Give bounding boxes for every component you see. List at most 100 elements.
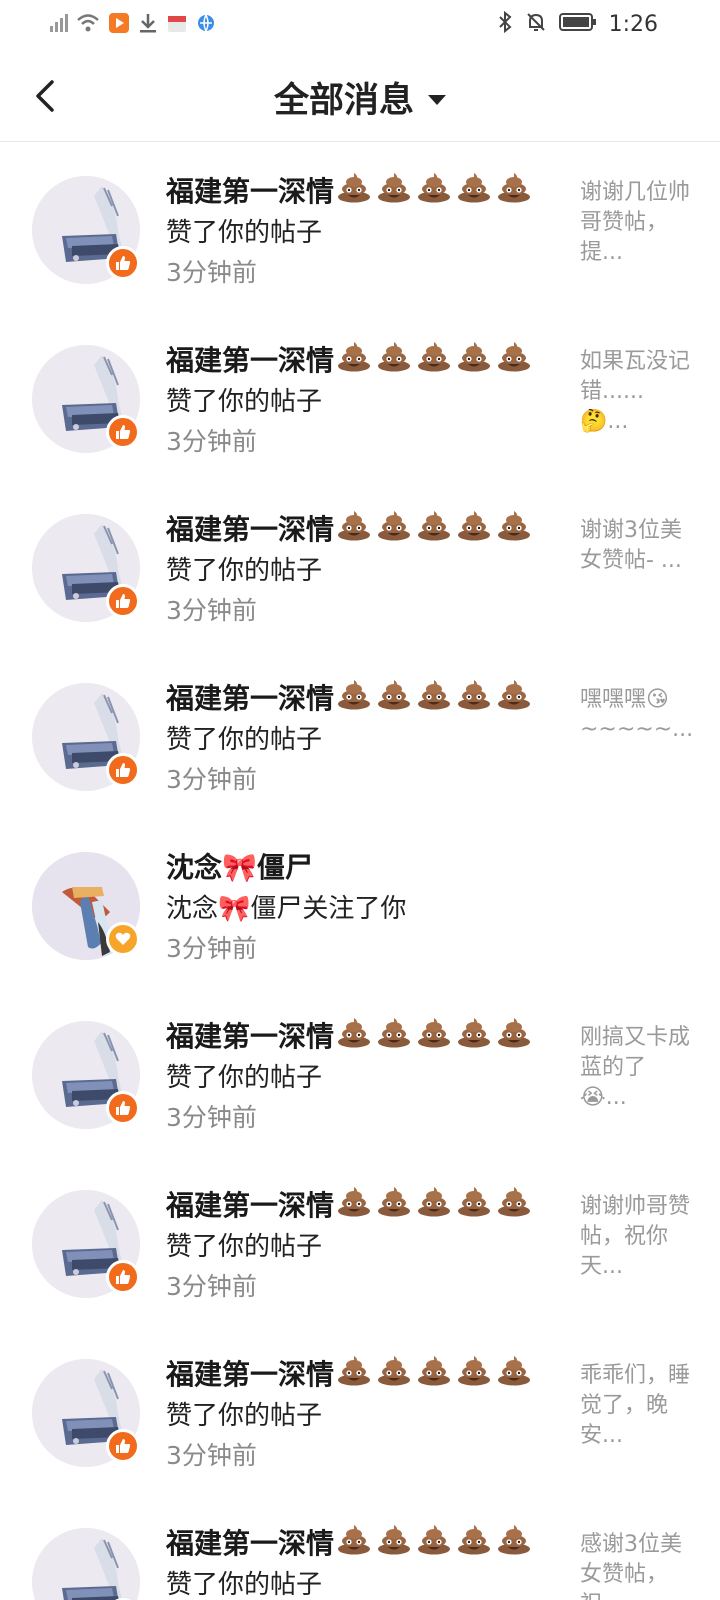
shop-app-icon <box>166 12 188 38</box>
post-preview[interactable]: 谢谢几位帅哥赞帖，提... <box>580 178 692 268</box>
poop-emoji-icon <box>458 1018 491 1048</box>
poop-emoji-icon <box>498 173 531 203</box>
message-time: 3分钟前 <box>166 1103 257 1132</box>
sender-name[interactable]: 福建第一深情 <box>166 1184 532 1224</box>
poop-emoji-icon <box>418 511 451 541</box>
message-action: 赞了你的帖子 <box>166 1063 323 1093</box>
poop-emoji-icon <box>458 1187 491 1217</box>
poop-emoji-icon <box>498 1525 531 1555</box>
message-action: 赞了你的帖子 <box>166 1232 323 1262</box>
sender-name-text: 福建第一深情 <box>166 682 335 715</box>
poop-emoji-icon <box>418 680 451 710</box>
sender-name-text: 沈念🎀僵尸 <box>166 851 313 884</box>
poop-emoji-icon <box>498 1187 531 1217</box>
video-app-icon <box>108 12 130 38</box>
message-filter-dropdown[interactable]: 全部消息 <box>274 72 446 123</box>
download-icon <box>138 12 158 38</box>
poop-emoji-icon <box>498 1356 531 1386</box>
message-action: 赞了你的帖子 <box>166 1570 323 1600</box>
message-item[interactable]: 福建第一深情 赞了你的 <box>0 649 720 818</box>
message-item[interactable]: 福建第一深情 赞了你的 <box>0 1156 720 1325</box>
message-time: 3分钟前 <box>166 1272 257 1301</box>
sender-name[interactable]: 福建第一深情 <box>166 1522 532 1562</box>
follow-heart-icon <box>106 922 140 956</box>
poop-emoji-icon <box>418 1525 451 1555</box>
message-item[interactable]: 福建第一深情 赞了你的 <box>0 987 720 1156</box>
battery-icon <box>558 12 597 36</box>
poop-emoji-icon <box>378 173 411 203</box>
message-action: 赞了你的帖子 <box>166 556 323 586</box>
bluetooth-icon <box>497 10 513 38</box>
sender-name-text: 福建第一深情 <box>166 513 335 546</box>
message-item[interactable]: 沈念🎀僵尸沈念🎀僵尸关注了你 3分钟前 <box>0 818 720 987</box>
post-preview[interactable]: 嘿嘿嘿😘~~~~~... <box>580 685 693 745</box>
sender-name-text: 福建第一深情 <box>166 344 335 377</box>
page-title: 全部消息 <box>273 81 414 121</box>
sender-name[interactable]: 福建第一深情 <box>166 508 532 548</box>
poop-emoji-icon <box>458 680 491 710</box>
poop-emoji-icon <box>378 1525 411 1555</box>
mute-icon <box>525 11 547 37</box>
poop-emoji-icon <box>458 1525 491 1555</box>
poop-emoji-icon <box>378 511 411 541</box>
message-action: 沈念🎀僵尸关注了你 <box>166 894 407 924</box>
message-action: 赞了你的帖子 <box>166 387 323 417</box>
post-preview[interactable]: 谢谢帅哥赞帖，祝你天... <box>580 1192 692 1282</box>
sender-name[interactable]: 沈念🎀僵尸 <box>166 846 313 886</box>
sender-name[interactable]: 福建第一深情 <box>166 677 532 717</box>
poop-emoji-icon <box>338 1525 371 1555</box>
sender-name[interactable]: 福建第一深情 <box>166 1015 532 1055</box>
sender-name[interactable]: 福建第一深情 <box>166 1353 532 1393</box>
avatar[interactable] <box>32 1528 140 1600</box>
poop-emoji-icon <box>498 1018 531 1048</box>
like-thumb-icon <box>106 584 140 618</box>
poop-emoji-icon <box>378 342 411 372</box>
sender-name[interactable]: 福建第一深情 <box>166 339 532 379</box>
poop-emoji-icon <box>338 342 371 372</box>
like-thumb-icon <box>106 1429 140 1463</box>
message-time: 3分钟前 <box>166 1441 257 1470</box>
poop-emoji-icon <box>458 511 491 541</box>
post-preview[interactable]: 如果瓦没记错......🤔... <box>580 347 692 437</box>
post-preview[interactable]: 刚搞又卡成蓝的了😭... <box>580 1023 692 1113</box>
status-time: 1:26 <box>608 11 658 37</box>
header: 全部消息 <box>0 50 720 142</box>
like-thumb-icon <box>106 753 140 787</box>
message-time: 3分钟前 <box>166 258 257 287</box>
poop-emoji-icon <box>498 680 531 710</box>
poop-emoji-icon <box>378 1018 411 1048</box>
post-preview[interactable]: 乖乖们，睡觉了，晚安... <box>580 1361 692 1451</box>
post-preview[interactable]: 谢谢3位美女赞帖- ... <box>580 516 692 576</box>
sender-name[interactable]: 福建第一深情 <box>166 170 532 210</box>
like-thumb-icon <box>106 246 140 280</box>
poop-emoji-icon <box>458 173 491 203</box>
status-bar: 1:26 <box>0 0 720 50</box>
sender-name-text: 福建第一深情 <box>166 1020 335 1053</box>
message-item[interactable]: 福建第一深情 赞了你的 <box>0 1494 720 1600</box>
poop-emoji-icon <box>418 342 451 372</box>
browser-app-icon <box>196 13 216 37</box>
sender-name-text: 福建第一深情 <box>166 1358 335 1391</box>
poop-emoji-icon <box>418 1018 451 1048</box>
poop-emoji-icon <box>418 173 451 203</box>
message-item[interactable]: 福建第一深情 赞了你的 <box>0 480 720 649</box>
message-action: 赞了你的帖子 <box>166 1401 323 1431</box>
message-time: 3分钟前 <box>166 427 257 456</box>
like-thumb-icon <box>106 1260 140 1294</box>
poop-emoji-icon <box>418 1187 451 1217</box>
message-item[interactable]: 福建第一深情 赞了你的 <box>0 142 720 311</box>
signal-icon <box>48 13 68 37</box>
sender-name-text: 福建第一深情 <box>166 1189 335 1222</box>
message-action: 赞了你的帖子 <box>166 725 323 755</box>
message-item[interactable]: 福建第一深情 赞了你的 <box>0 311 720 480</box>
post-preview[interactable]: 感谢3位美女赞帖，祝... <box>580 1530 692 1600</box>
poop-emoji-icon <box>378 1187 411 1217</box>
message-item[interactable]: 福建第一深情 赞了你的 <box>0 1325 720 1494</box>
like-thumb-icon <box>106 415 140 449</box>
caret-down-icon <box>428 94 446 105</box>
status-icons-right: 1:26 <box>497 10 658 38</box>
poop-emoji-icon <box>498 511 531 541</box>
sender-name-text: 福建第一深情 <box>166 1527 335 1560</box>
poop-emoji-icon <box>338 511 371 541</box>
message-time: 3分钟前 <box>166 934 257 963</box>
